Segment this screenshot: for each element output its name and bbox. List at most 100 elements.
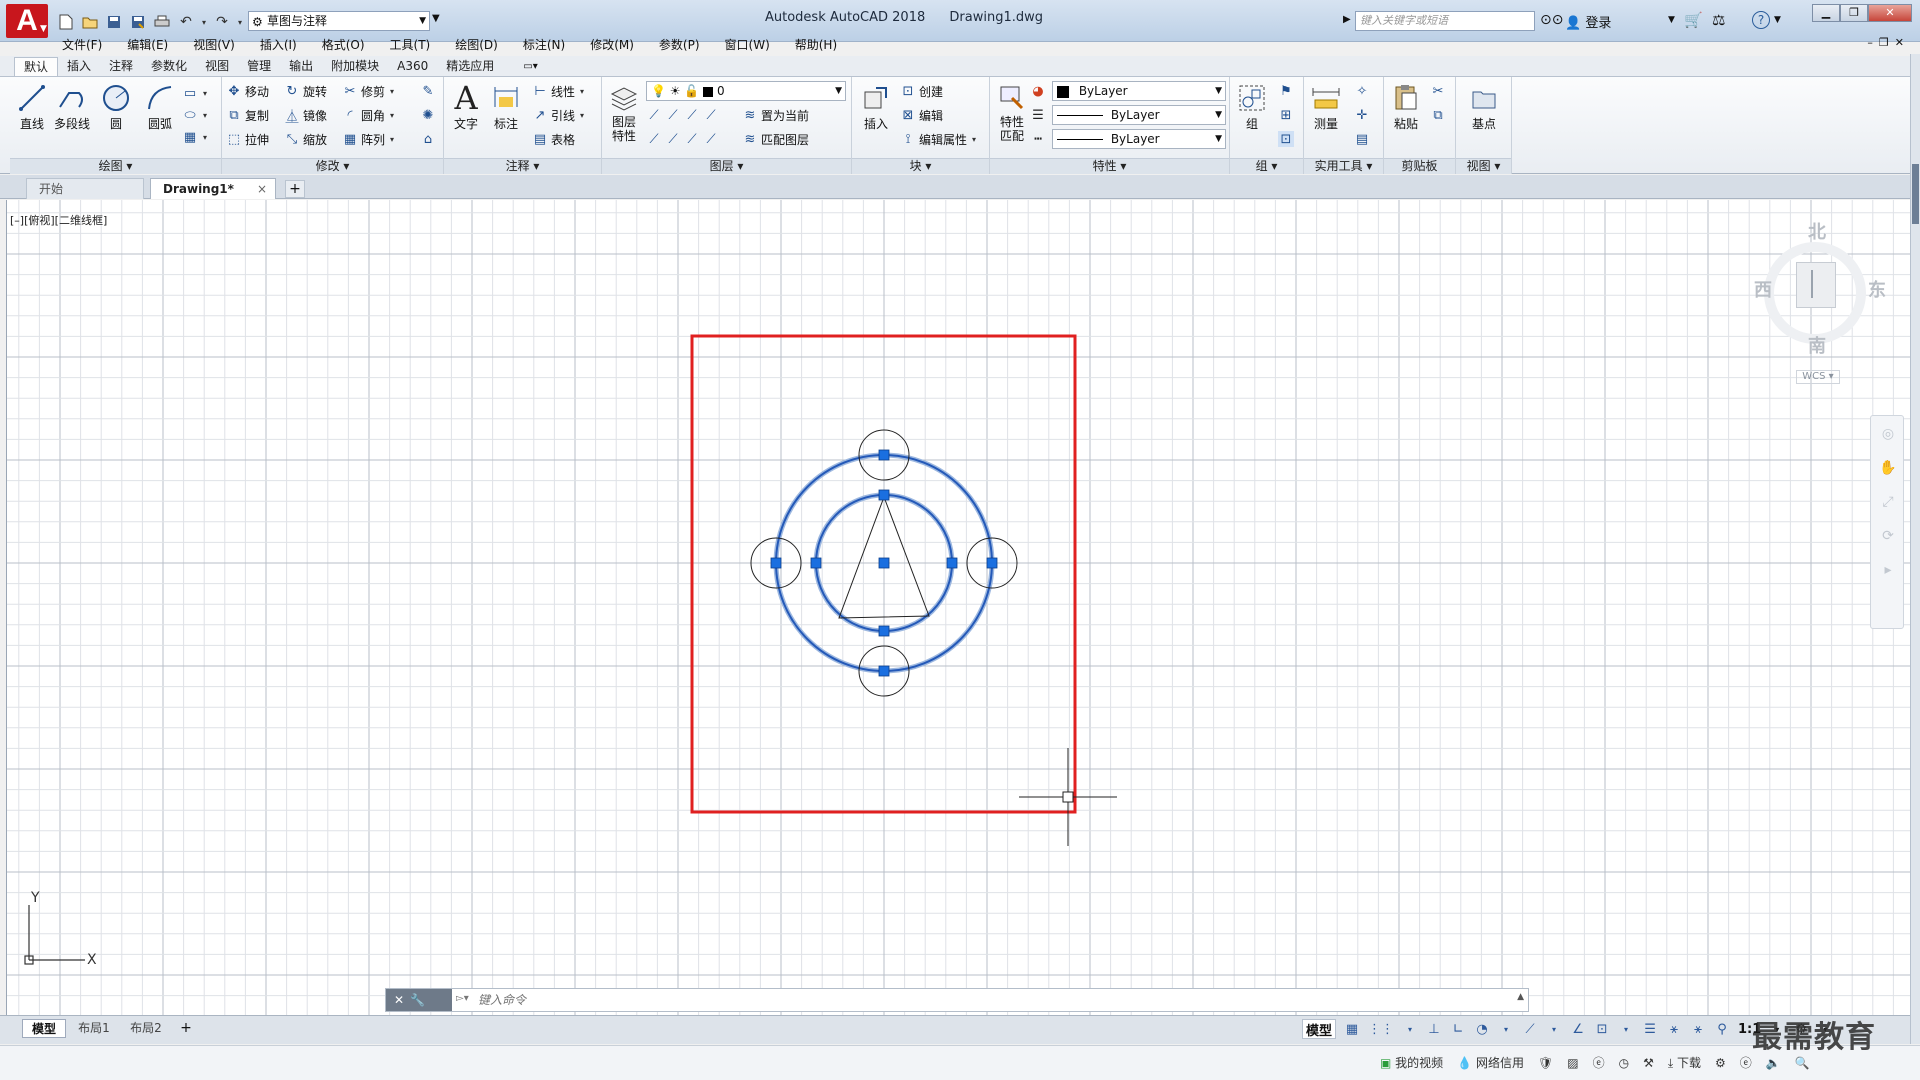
lineweight-dropdown[interactable]: ByLayer ▼ [1052, 105, 1226, 125]
explode-tool[interactable]: ✺ [420, 105, 436, 125]
scale-tool[interactable]: ⤡ 缩放 [284, 129, 327, 149]
leader-tool[interactable]: ↗ 引线 ▾ [532, 105, 584, 125]
polar-dropdown-icon[interactable]: ▾ [1498, 1019, 1514, 1039]
menu-format[interactable]: 格式(O) [322, 36, 365, 53]
table-tool[interactable]: ▤ 表格 [532, 129, 575, 149]
rotate-tool[interactable]: ↻ 旋转 [284, 81, 327, 101]
lineweight-display-icon[interactable]: ☰ [1642, 1019, 1658, 1039]
text-tool[interactable]: A 文字 [446, 79, 486, 132]
mirror-tool[interactable]: ⏅ 镜像 [284, 105, 327, 125]
panel-properties-title[interactable]: 特性 ▾ [990, 158, 1229, 174]
point-tool[interactable]: ✛ [1354, 105, 1370, 125]
tab-default[interactable]: 默认 [14, 57, 59, 76]
new-layout-button[interactable]: + [178, 1019, 194, 1038]
command-history-icon[interactable]: ▻▾ [456, 993, 469, 1004]
chevron-up-icon[interactable]: ▲ [1517, 992, 1524, 1002]
exchange-apps-icon[interactable]: ⚖ [1712, 11, 1725, 29]
grip[interactable] [946, 557, 958, 569]
download-item[interactable]: ⤓ 下载 [1668, 1054, 1701, 1071]
customize-toolbar-icon[interactable]: ▼ [432, 13, 440, 24]
command-input[interactable] [478, 991, 1508, 1009]
close-icon[interactable]: ✕ [394, 993, 404, 1007]
layer-properties-tool[interactable]: 图层 特性 [604, 81, 644, 143]
calculator-tool[interactable]: ▤ [1354, 129, 1370, 149]
trim-tool[interactable]: ✂ 修剪 ▾ [342, 81, 394, 101]
grip[interactable] [878, 449, 890, 461]
panel-clipboard-title[interactable]: 剪贴板 [1384, 158, 1455, 174]
menu-insert[interactable]: 插入(I) [260, 36, 297, 53]
menu-view[interactable]: 视图(V) [193, 36, 235, 53]
circle-tool[interactable]: 圆 [96, 81, 136, 132]
panel-view-title[interactable]: 视图 ▾ [1456, 158, 1511, 174]
workspace-select[interactable]: ⚙ 草图与注释 ▼ [248, 11, 430, 31]
tab-model[interactable]: 模型 [22, 1019, 66, 1038]
edit-attributes-tool[interactable]: ⟟ 编辑属性 ▾ [900, 129, 976, 149]
viewport-controls[interactable]: [–][俯视][二维线框] [10, 212, 107, 228]
ungroup-tool[interactable]: ⚑ [1278, 81, 1294, 101]
tab-start[interactable]: 开始 [26, 178, 144, 199]
auto-scale-icon[interactable]: ⚹ [1690, 1019, 1706, 1039]
credit-item[interactable]: 💧 网络信用 [1457, 1054, 1524, 1071]
menu-parametric[interactable]: 参数(P) [659, 36, 700, 53]
paste-tool[interactable]: 粘贴 [1386, 81, 1426, 132]
grid-icon[interactable]: ▦ [1344, 1019, 1360, 1039]
browser-icon[interactable]: ⓔ [1740, 1054, 1752, 1071]
steering-wheel-icon[interactable]: ◎ [1878, 426, 1898, 446]
menu-help[interactable]: 帮助(H) [795, 36, 837, 53]
stretch-tool[interactable]: ⬚ 拉伸 [226, 129, 269, 149]
restore-button[interactable]: ❐ [1840, 4, 1868, 22]
tab-view[interactable]: 视图 [196, 57, 238, 76]
linetype-tool[interactable]: ┅ [1030, 129, 1046, 149]
ribbon-display-toggle-icon[interactable]: ▭▾ [523, 58, 537, 76]
tab-output[interactable]: 输出 [280, 57, 322, 76]
erase-tool[interactable]: ✎ [420, 81, 436, 101]
tab-insert[interactable]: 插入 [58, 57, 100, 76]
close-icon[interactable]: × [257, 179, 267, 199]
open-folder-icon[interactable] [80, 12, 100, 32]
menu-edit[interactable]: 编辑(E) [127, 36, 168, 53]
menu-tools[interactable]: 工具(T) [390, 36, 431, 53]
dimension-tool[interactable]: 标注 [486, 81, 526, 132]
line-tool[interactable]: 直线 [12, 81, 52, 132]
panel-annotation-title[interactable]: 注释 ▾ [444, 158, 601, 174]
tab-annotate[interactable]: 注释 [100, 57, 142, 76]
pan-icon[interactable]: ✋ [1878, 460, 1898, 480]
hatch-tool[interactable]: ▦ ▾ [182, 127, 207, 147]
redo-icon[interactable]: ↷ [212, 12, 232, 32]
ie-icon[interactable]: ⓔ [1593, 1054, 1605, 1071]
lineweight-tool[interactable]: ☰ [1030, 105, 1046, 125]
help-icon[interactable]: ? [1752, 11, 1770, 29]
volume-icon[interactable]: 🔈 [1766, 1056, 1781, 1070]
compass-east[interactable]: 东 [1868, 276, 1886, 302]
command-line-handle[interactable]: ✕ 🔧 [386, 989, 452, 1011]
model-space[interactable]: Y X [7, 200, 1910, 1020]
login-button[interactable]: 👤 登录 [1565, 12, 1611, 31]
array-tool[interactable]: ▦ 阵列 ▾ [342, 129, 394, 149]
panel-modify-title[interactable]: 修改 ▾ [222, 158, 443, 174]
ellipse-tool[interactable]: ⬭ ▾ [182, 105, 207, 125]
menu-modify[interactable]: 修改(M) [590, 36, 634, 53]
object-snap-tracking-icon[interactable]: ∠ [1570, 1019, 1586, 1039]
grip[interactable] [878, 625, 890, 637]
tab-manage[interactable]: 管理 [238, 57, 280, 76]
panel-block-title[interactable]: 块 ▾ [852, 158, 989, 174]
panel-draw-title[interactable]: 绘图 ▾ [10, 158, 221, 174]
linear-tool[interactable]: ⊢ 线性 ▾ [532, 81, 584, 101]
color-wheel-tool[interactable]: ◕ [1030, 81, 1046, 101]
tab-a360[interactable]: A360 [388, 57, 437, 76]
wrench-icon[interactable]: 🔧 [410, 993, 425, 1007]
infer-constraints-icon[interactable]: ⊥ [1426, 1019, 1442, 1039]
match-layer-tool[interactable]: ≋ 匹配图层 [742, 129, 809, 149]
close-button[interactable]: ✕ [1868, 4, 1912, 22]
chevron-right-icon[interactable]: ▶ [1343, 14, 1351, 25]
undo-dropdown-icon[interactable]: ▾ [200, 12, 208, 32]
compass-west[interactable]: 西 [1754, 276, 1772, 302]
base-point-tool[interactable]: 基点 [1464, 81, 1504, 132]
isodraft-icon[interactable]: ⟋ [1522, 1019, 1538, 1039]
panel-layers-title[interactable]: 图层 ▾ [602, 158, 851, 174]
fillet-tool[interactable]: ◜ 圆角 ▾ [342, 105, 394, 125]
grip[interactable] [770, 557, 782, 569]
redo-dropdown-icon[interactable]: ▾ [236, 12, 244, 32]
polar-tracking-icon[interactable]: ◔ [1474, 1019, 1490, 1039]
match-properties-tool[interactable]: 特性 匹配 [992, 81, 1032, 143]
